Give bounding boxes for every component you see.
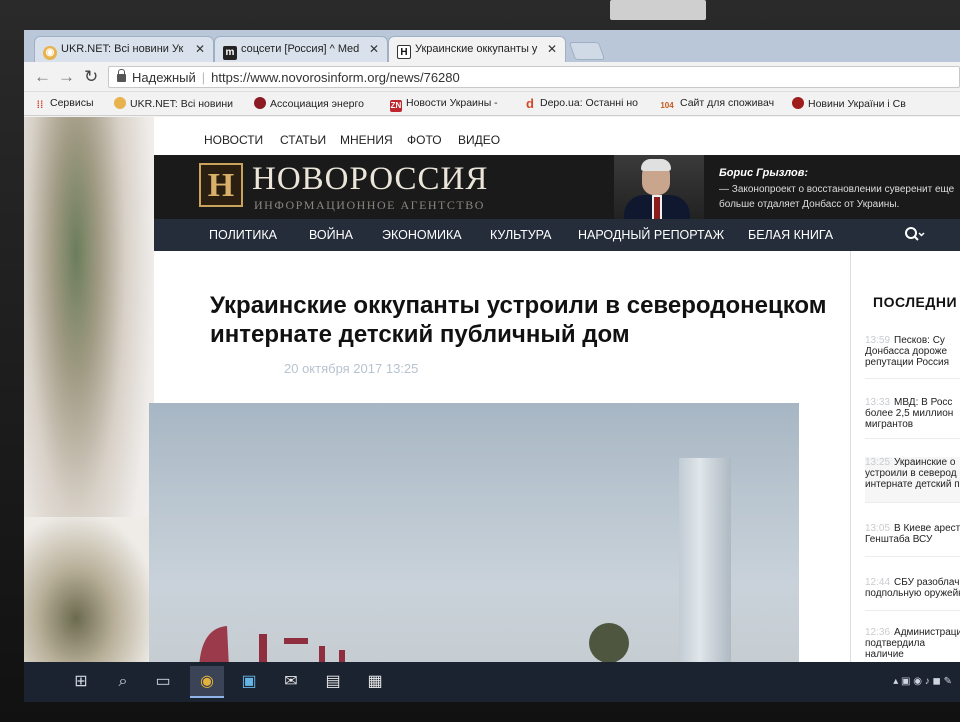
news-item[interactable]: 13:33 МВД: В Росс более 2,5 миллион мигра… <box>865 397 960 439</box>
article-date: 20 октября 2017 13:25 <box>284 361 419 376</box>
lock-icon <box>117 69 126 82</box>
new-tab-button[interactable] <box>568 42 606 60</box>
screen: ◉ UKR.NET: Всі новини Ук ✕ m соцсети [Росс… <box>24 30 960 702</box>
browser-toolbar: ← → ↻ Надежный | https://www.novorosinform… <box>24 62 960 92</box>
d-icon: d <box>526 96 534 111</box>
topnav-news[interactable]: НОВОСТИ <box>204 133 263 147</box>
ns-icon <box>792 97 804 109</box>
address-bar[interactable]: Надежный | https://www.novorosinform.org/n… <box>108 66 960 88</box>
tab-ukrnet[interactable]: ◉ UKR.NET: Всі новини Ук ✕ <box>34 36 214 62</box>
article-headline: Украинские оккупанты устроили в северодо… <box>210 292 827 348</box>
tab-medialeaks[interactable]: m соцсети [Россия] ^ Med ✕ <box>214 36 388 62</box>
bookmarks-bar: ⁞⁞ Сервисы UKR.NET: Всі новини Ассоциация… <box>24 92 960 116</box>
bookmark-zn[interactable]: ZN Новости Украины - <box>390 97 498 112</box>
h-icon: H <box>397 45 411 59</box>
sidebar-title: ПОСЛЕДНИ <box>873 294 958 310</box>
photo-tree <box>589 623 629 662</box>
bookmark-services[interactable]: ⁞⁞ Сервисы <box>34 97 94 112</box>
tab-novorosinform[interactable]: H Украинские оккупанты у ✕ <box>388 36 566 62</box>
apps-grid-icon: ⁞⁞ <box>36 100 44 111</box>
quote-portrait <box>614 155 704 219</box>
bookmark-label: Новости Украины - <box>406 97 498 109</box>
url-text: https://www.novorosinform.org/news/76280 <box>211 70 460 85</box>
news-item[interactable]: 12:36Администрация подтвердила наличие г… <box>865 627 960 662</box>
close-tab-icon[interactable]: ✕ <box>547 42 557 56</box>
bookmark-depo[interactable]: d Depo.ua: Останні но <box>524 97 638 110</box>
topnav-opinions[interactable]: МНЕНИЯ <box>340 133 393 147</box>
outlook-icon[interactable]: ✉ <box>274 666 308 698</box>
bookmark-label: Depo.ua: Останні но <box>540 97 638 109</box>
close-tab-icon[interactable]: ✕ <box>369 42 379 56</box>
system-tray[interactable]: ▴ ▣ ◉ ♪ ◼ ✎ <box>893 676 952 687</box>
topnav-video[interactable]: ВИДЕО <box>458 133 500 147</box>
reload-icon[interactable]: ↻ <box>84 68 98 86</box>
bookmark-ukrnet[interactable]: UKR.NET: Всі новини <box>114 97 233 110</box>
site-logo[interactable]: H <box>199 163 243 207</box>
circle-icon <box>254 97 266 109</box>
bookmark-104[interactable]: 104 Сайт для споживач <box>658 97 774 112</box>
forward-arrow-icon[interactable]: → <box>58 68 75 86</box>
top-nav: НОВОСТИ СТАТЬИ МНЕНИЯ ФОТО ВИДЕО <box>154 117 960 155</box>
latest-news-sidebar: ПОСЛЕДНИ 13:59 Песков: Су Донбасса дороже… <box>850 251 960 662</box>
monitor-frame: ◉ UKR.NET: Всі новини Ук ✕ m соцсети [Росс… <box>0 0 960 722</box>
back-arrow-icon[interactable]: ← <box>34 68 51 86</box>
main-nav: ПОЛИТИКА ВОЙНА ЭКОНОМИКА КУЛЬТУРА НАРОДН… <box>154 219 960 251</box>
topnav-photo[interactable]: ФОТО <box>407 133 442 147</box>
bookmark-novyny[interactable]: Новини України і Св <box>792 97 906 110</box>
ukrnet-icon <box>114 97 126 109</box>
masthead: H НОВОРОССИЯ ИНФОРМАЦИОННОЕ АГЕНТСТВО Бо… <box>154 155 960 219</box>
photo-sculpture <box>199 626 345 662</box>
bookmark-label: Новини України і Св <box>808 98 906 110</box>
ukrnet-icon: ◉ <box>43 46 57 60</box>
news-item[interactable]: 12:44 СБУ разоблачи подпольную оружейн <box>865 577 960 611</box>
bookmark-label: Ассоциация энерго <box>270 98 364 110</box>
secure-label: Надежный <box>132 70 196 85</box>
quote-author[interactable]: Борис Грызлов: <box>719 167 808 179</box>
nav-culture[interactable]: КУЛЬТУРА <box>490 228 552 242</box>
nav-war[interactable]: ВОЙНА <box>309 228 353 242</box>
photo-tower <box>679 458 731 662</box>
calculator-icon[interactable]: ▦ <box>358 666 392 698</box>
news-item[interactable]: 13:59 Песков: Су Донбасса дороже репутаци… <box>865 335 960 379</box>
word-icon[interactable]: ▤ <box>316 666 350 698</box>
news-item[interactable]: 13:05 В Киеве арест Генштаба ВСУ <box>865 523 960 557</box>
site-title[interactable]: НОВОРОССИЯ <box>252 161 488 198</box>
tab-label: соцсети [Россия] ^ Med <box>241 43 360 55</box>
search-icon[interactable]: ⌕ <box>106 666 140 698</box>
search-icon[interactable] <box>903 225 925 245</box>
task-view-icon[interactable]: ▭ <box>146 666 180 698</box>
separator: | <box>201 70 206 85</box>
nav-white-book[interactable]: БЕЛАЯ КНИГА <box>748 228 833 242</box>
monitor-sticker <box>610 0 706 20</box>
bookmark-association[interactable]: Ассоциация энерго <box>254 97 364 110</box>
nav-politics[interactable]: ПОЛИТИКА <box>209 228 277 242</box>
bookmark-label: Сервисы <box>50 97 94 109</box>
nav-economy[interactable]: ЭКОНОМИКА <box>382 228 462 242</box>
news-item[interactable]: 13:25 Украинские о устроили в северод инт… <box>865 457 960 503</box>
m-icon: m <box>223 46 237 60</box>
tab-strip: ◉ UKR.NET: Всі новини Ук ✕ m соцсети [Росс… <box>24 30 960 62</box>
article: Украинские оккупанты устроили в северодо… <box>149 251 844 662</box>
chrome-icon[interactable]: ◉ <box>190 666 224 698</box>
site-subtitle: ИНФОРМАЦИОННОЕ АГЕНТСТВО <box>254 198 485 212</box>
close-tab-icon[interactable]: ✕ <box>195 42 205 56</box>
tab-label: Украинские оккупанты у <box>415 43 538 55</box>
nav-people-report[interactable]: НАРОДНЫЙ РЕПОРТАЖ <box>578 228 724 242</box>
topnav-articles[interactable]: СТАТЬИ <box>280 133 326 147</box>
web-page: НОВОСТИ СТАТЬИ МНЕНИЯ ФОТО ВИДЕО H НОВОР… <box>24 117 960 662</box>
104-icon: 104 <box>660 101 674 110</box>
windows-start-icon[interactable]: ⊞ <box>64 666 98 698</box>
save-icon[interactable]: ▣ <box>232 666 266 698</box>
article-photo[interactable] <box>149 403 799 662</box>
taskbar: ⊞ ⌕ ▭ ◉ ▣ ✉ ▤ ▦ ▴ ▣ ◉ ♪ ◼ ✎ <box>24 662 960 702</box>
quote-text[interactable]: — Законопроект о восстановлении суверени… <box>719 182 960 212</box>
background-decoration <box>24 517 154 662</box>
bookmark-label: UKR.NET: Всі новини <box>130 98 234 110</box>
tab-label: UKR.NET: Всі новини Ук <box>61 43 184 55</box>
bookmark-label: Сайт для споживач <box>680 97 775 109</box>
zn-icon: ZN <box>390 100 402 112</box>
